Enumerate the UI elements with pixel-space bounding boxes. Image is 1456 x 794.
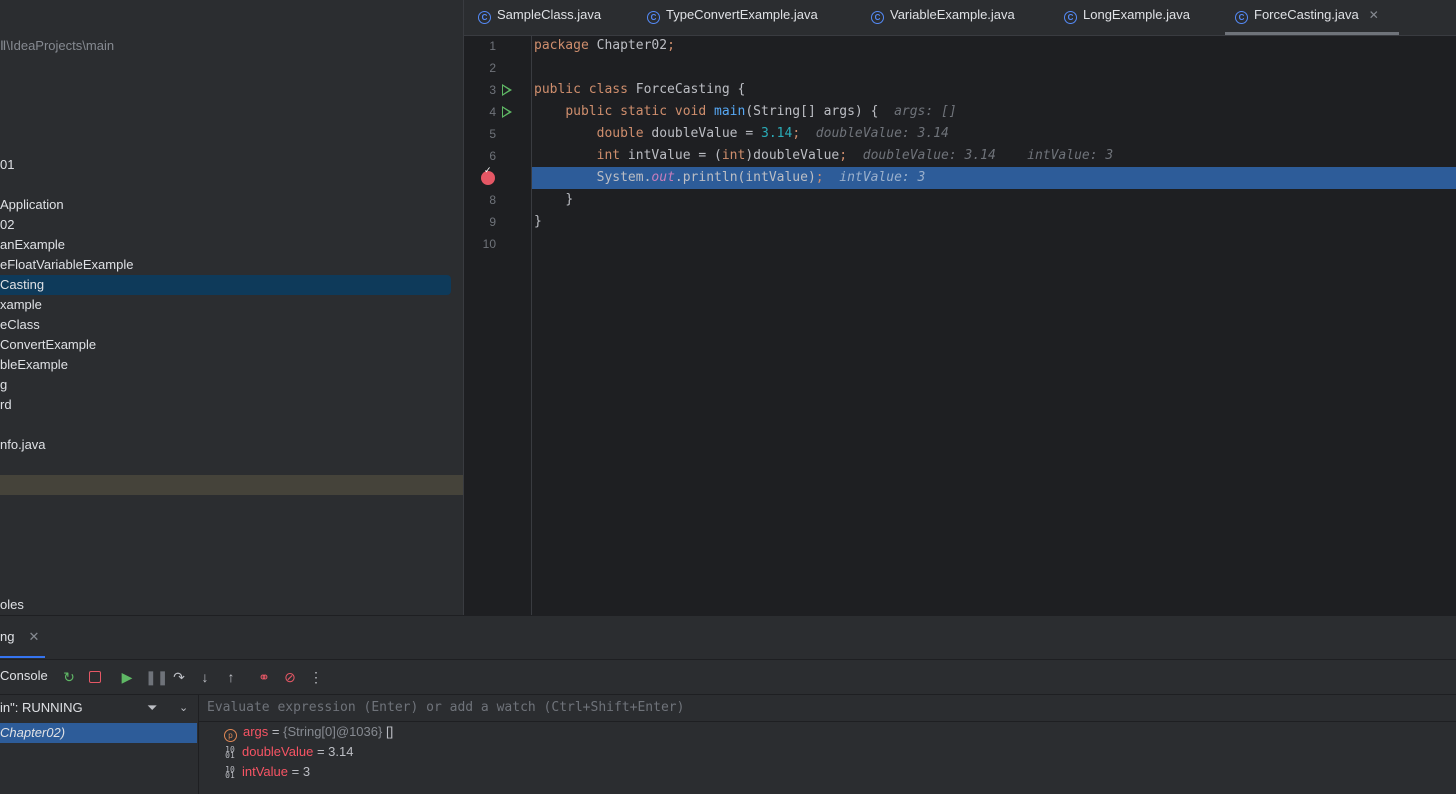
view-breakpoints-icon[interactable]: ⚭ bbox=[256, 669, 272, 685]
stop-icon[interactable] bbox=[87, 669, 103, 685]
class-icon: C bbox=[1235, 11, 1248, 24]
tree-item-highlighted[interactable] bbox=[0, 475, 463, 495]
primitive-icon: 10 01 bbox=[225, 745, 235, 760]
line-number: 6 bbox=[489, 149, 496, 163]
line-number: 8 bbox=[489, 193, 496, 207]
mute-breakpoints-icon[interactable]: ⊘ bbox=[282, 669, 298, 685]
tree-item[interactable]: oles bbox=[0, 595, 463, 615]
code-line: } bbox=[534, 214, 542, 229]
class-icon: C bbox=[1064, 11, 1077, 24]
editor-gutter: 1 2 3 4 5 6 8 9 10 bbox=[464, 35, 532, 615]
console-tab[interactable]: Console bbox=[0, 668, 48, 683]
tree-item[interactable]: anExample bbox=[0, 235, 463, 255]
tree-item[interactable]: bleExample bbox=[0, 355, 463, 375]
execution-line: System.out.println(intValue); intValue: … bbox=[532, 167, 1456, 189]
code-line: } bbox=[565, 192, 574, 207]
tab-underline bbox=[0, 656, 45, 658]
tab-forcecasting[interactable]: C ForceCasting.java ✕ bbox=[1225, 0, 1399, 35]
line-number: 1 bbox=[489, 39, 496, 53]
tree-item[interactable]: ConvertExample bbox=[0, 335, 463, 355]
tree-item[interactable]: eFloatVariableExample bbox=[0, 255, 463, 275]
variables-pane: Evaluate expression (Enter) or add a wat… bbox=[199, 694, 1456, 794]
param-icon: p bbox=[224, 729, 237, 742]
tree-item[interactable]: g bbox=[0, 375, 463, 395]
chevron-down-icon[interactable]: ⌄ bbox=[179, 694, 188, 722]
variable-row[interactable]: p args = {String[0]@1036} [] bbox=[224, 722, 393, 742]
debug-tool-tab[interactable]: ng ✕ bbox=[0, 616, 45, 658]
line-number: 2 bbox=[489, 61, 496, 75]
code-line: public static void main(String[] args) {… bbox=[565, 104, 957, 119]
inline-value-hint: doubleValue: 3.14 bbox=[815, 126, 949, 141]
code-area[interactable]: package Chapter02; public class ForceCas… bbox=[532, 35, 1456, 615]
tab-sampleclass[interactable]: C SampleClass.java bbox=[468, 0, 611, 35]
debug-panel: ng ✕ Console ↻ ▶ ❚❚ ↷ ↓ ↑ ⚭ ⊘ ⋮ in": RUNN… bbox=[0, 615, 1456, 794]
code-line: int intValue = (int)doubleValue; doubleV… bbox=[596, 148, 1114, 163]
variable-row[interactable]: 10 01 doubleValue = 3.14 bbox=[224, 742, 353, 762]
evaluate-expression-input[interactable]: Evaluate expression (Enter) or add a wat… bbox=[199, 694, 1456, 722]
line-number: 9 bbox=[489, 215, 496, 229]
more-options-icon[interactable]: ⋮ bbox=[308, 669, 324, 685]
class-icon: C bbox=[647, 11, 660, 24]
code-line: public class ForceCasting { bbox=[534, 82, 746, 97]
project-panel: Ⅱ\IdeaProjects\main 01 Application 02 an… bbox=[0, 0, 463, 615]
step-into-icon[interactable]: ↓ bbox=[197, 669, 213, 685]
inline-value-hint: intValue: 3 bbox=[1027, 148, 1114, 163]
run-icon[interactable] bbox=[502, 106, 512, 118]
resume-icon[interactable]: ▶ bbox=[119, 669, 135, 685]
run-icon[interactable] bbox=[502, 84, 512, 96]
thread-selector[interactable]: in": RUNNING ⏷ ⌄ bbox=[0, 694, 198, 722]
tree-item[interactable]: Application bbox=[0, 195, 463, 215]
close-icon[interactable]: ✕ bbox=[1369, 8, 1379, 22]
tab-longexample[interactable]: C LongExample.java bbox=[1054, 0, 1200, 35]
inline-value-hint: intValue: 3 bbox=[839, 170, 926, 185]
pause-icon[interactable]: ❚❚ bbox=[145, 669, 168, 685]
line-number: 3 bbox=[489, 83, 496, 97]
line-number: 5 bbox=[489, 127, 496, 141]
tree-item[interactable]: 01 bbox=[0, 155, 463, 175]
class-icon: C bbox=[478, 11, 491, 24]
code-line: double doubleValue = 3.14; doubleValue: … bbox=[596, 126, 949, 141]
frames-pane: in": RUNNING ⏷ ⌄ Chapter02) bbox=[0, 694, 199, 794]
variable-row[interactable]: 10 01 intValue = 3 bbox=[224, 762, 310, 782]
step-out-icon[interactable]: ↑ bbox=[223, 669, 239, 685]
tree-item[interactable]: xample bbox=[0, 295, 463, 315]
inline-value-hint: doubleValue: 3.14 bbox=[862, 148, 996, 163]
rerun-icon[interactable]: ↻ bbox=[61, 669, 77, 685]
close-icon[interactable]: ✕ bbox=[28, 629, 39, 644]
class-icon: C bbox=[871, 11, 884, 24]
editor-area: C SampleClass.java C TypeConvertExample.ja… bbox=[463, 0, 1456, 615]
editor-tabs: C SampleClass.java C TypeConvertExample.ja… bbox=[464, 0, 1456, 36]
filter-icon[interactable]: ⏷ bbox=[147, 694, 157, 722]
code-line: package Chapter02; bbox=[534, 38, 675, 53]
tree-item-selected[interactable]: Casting bbox=[0, 275, 451, 295]
breakpoint-icon[interactable] bbox=[481, 165, 495, 185]
line-number: 4 bbox=[489, 105, 496, 119]
tree-item[interactable]: rd bbox=[0, 395, 463, 415]
step-over-icon[interactable]: ↷ bbox=[171, 669, 187, 685]
tab-typeconvertexample[interactable]: C TypeConvertExample.java bbox=[637, 0, 828, 35]
tree-item[interactable]: 02 bbox=[0, 215, 463, 235]
tree-item[interactable]: nfo.java bbox=[0, 435, 463, 455]
debug-toolbar: Console ↻ ▶ ❚❚ ↷ ↓ ↑ ⚭ ⊘ ⋮ bbox=[0, 659, 1456, 695]
tree-item[interactable]: eClass bbox=[0, 315, 463, 335]
project-path: Ⅱ\IdeaProjects\main bbox=[0, 38, 115, 53]
primitive-icon: 10 01 bbox=[225, 765, 235, 780]
line-number: 10 bbox=[482, 237, 496, 251]
inline-value-hint: args: [] bbox=[894, 104, 957, 119]
stack-frame[interactable]: Chapter02) bbox=[0, 723, 197, 743]
tab-variableexample[interactable]: C VariableExample.java bbox=[861, 0, 1025, 35]
